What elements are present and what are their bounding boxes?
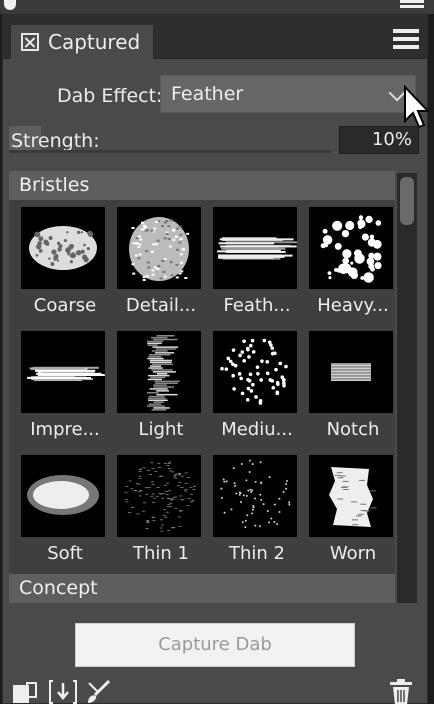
dab-tile-label: Thin 2 — [229, 543, 285, 564]
soft-dab-thumbnail — [21, 455, 105, 537]
strength-value-field[interactable]: 10% — [339, 126, 419, 154]
dab-tile-label: Worn — [329, 543, 377, 564]
dab-tile[interactable]: Feath... — [209, 207, 305, 325]
brush-settings-icon[interactable] — [85, 679, 113, 704]
dab-tile[interactable]: Impre... — [17, 331, 113, 449]
capture-dab-button[interactable]: Capture Dab — [75, 623, 355, 667]
dab-tile-label: Notch — [326, 419, 380, 440]
import-icon[interactable] — [49, 679, 77, 704]
dab-effect-select[interactable]: Feather — [160, 75, 416, 113]
dab-tile-label: Coarse — [33, 295, 97, 316]
dab-effect-value: Feather — [171, 83, 244, 105]
dab-tile-label: Impre... — [30, 419, 100, 440]
new-variant-icon[interactable] — [11, 679, 39, 704]
captured-panel: Captured Dab Effect: Feather Strength: 1… — [2, 14, 429, 704]
thin1-dab-thumbnail — [117, 455, 201, 537]
list-scrollbar[interactable] — [397, 173, 417, 603]
light-dab-thumbnail — [117, 331, 201, 413]
dab-tile[interactable]: Thin 1 — [113, 455, 209, 573]
dab-tile-label: Detail... — [125, 295, 197, 316]
strength-label: Strength: — [11, 130, 100, 152]
dab-tile[interactable]: Worn — [305, 455, 395, 573]
dab-effect-label: Dab Effect: — [57, 85, 163, 107]
heavy-dab-thumbnail — [309, 207, 393, 289]
dab-tile[interactable]: Detail... — [113, 207, 209, 325]
dab-tile-label: Mediu... — [221, 419, 293, 440]
dab-tile[interactable]: Heavy... — [305, 207, 395, 325]
dab-tile-label: Soft — [47, 543, 83, 564]
medium-dab-thumbnail — [213, 331, 297, 413]
dab-list: Bristles Coarse Detail... Feath... Heavy...… — [9, 171, 395, 603]
group-header-bristles[interactable]: Bristles — [9, 171, 395, 200]
strength-slider[interactable] — [9, 150, 331, 153]
thin2-dab-thumbnail — [213, 455, 297, 537]
tab-captured[interactable]: Captured — [11, 25, 153, 59]
scrollbar-thumb[interactable] — [400, 177, 414, 225]
impressionist-dab-thumbnail — [21, 331, 105, 413]
mouse-pointer-icon — [404, 85, 429, 129]
hamburger-menu-icon[interactable] — [393, 29, 419, 51]
dab-tile[interactable]: Thin 2 — [209, 455, 305, 573]
dab-tile[interactable]: Mediu... — [209, 331, 305, 449]
trash-icon[interactable] — [387, 679, 415, 704]
coarse-dab-thumbnail — [21, 207, 105, 289]
dab-tile[interactable]: Soft — [17, 455, 113, 573]
tab-bar: Captured — [3, 15, 427, 59]
window-grip-icon[interactable] — [4, 0, 16, 10]
dab-tile[interactable]: Coarse — [17, 207, 113, 325]
detail-dab-thumbnail — [117, 207, 201, 289]
window-title-strip — [0, 0, 434, 14]
dab-tile-label: Heavy... — [317, 295, 389, 316]
notch-dab-thumbnail — [309, 331, 393, 413]
dab-tile-label: Light — [138, 419, 184, 440]
worn-dab-thumbnail — [309, 455, 393, 537]
group-header-concept[interactable]: Concept — [9, 574, 395, 603]
dab-tile-label: Feath... — [223, 295, 291, 316]
tab-label: Captured — [48, 30, 141, 54]
dab-tile[interactable]: Notch — [305, 331, 395, 449]
dab-tile-label: Thin 1 — [133, 543, 189, 564]
window-menu-icon[interactable] — [400, 0, 424, 10]
feather-dab-thumbnail — [213, 207, 297, 289]
close-box-icon[interactable] — [21, 33, 39, 51]
dab-tile[interactable]: Light — [113, 331, 209, 449]
